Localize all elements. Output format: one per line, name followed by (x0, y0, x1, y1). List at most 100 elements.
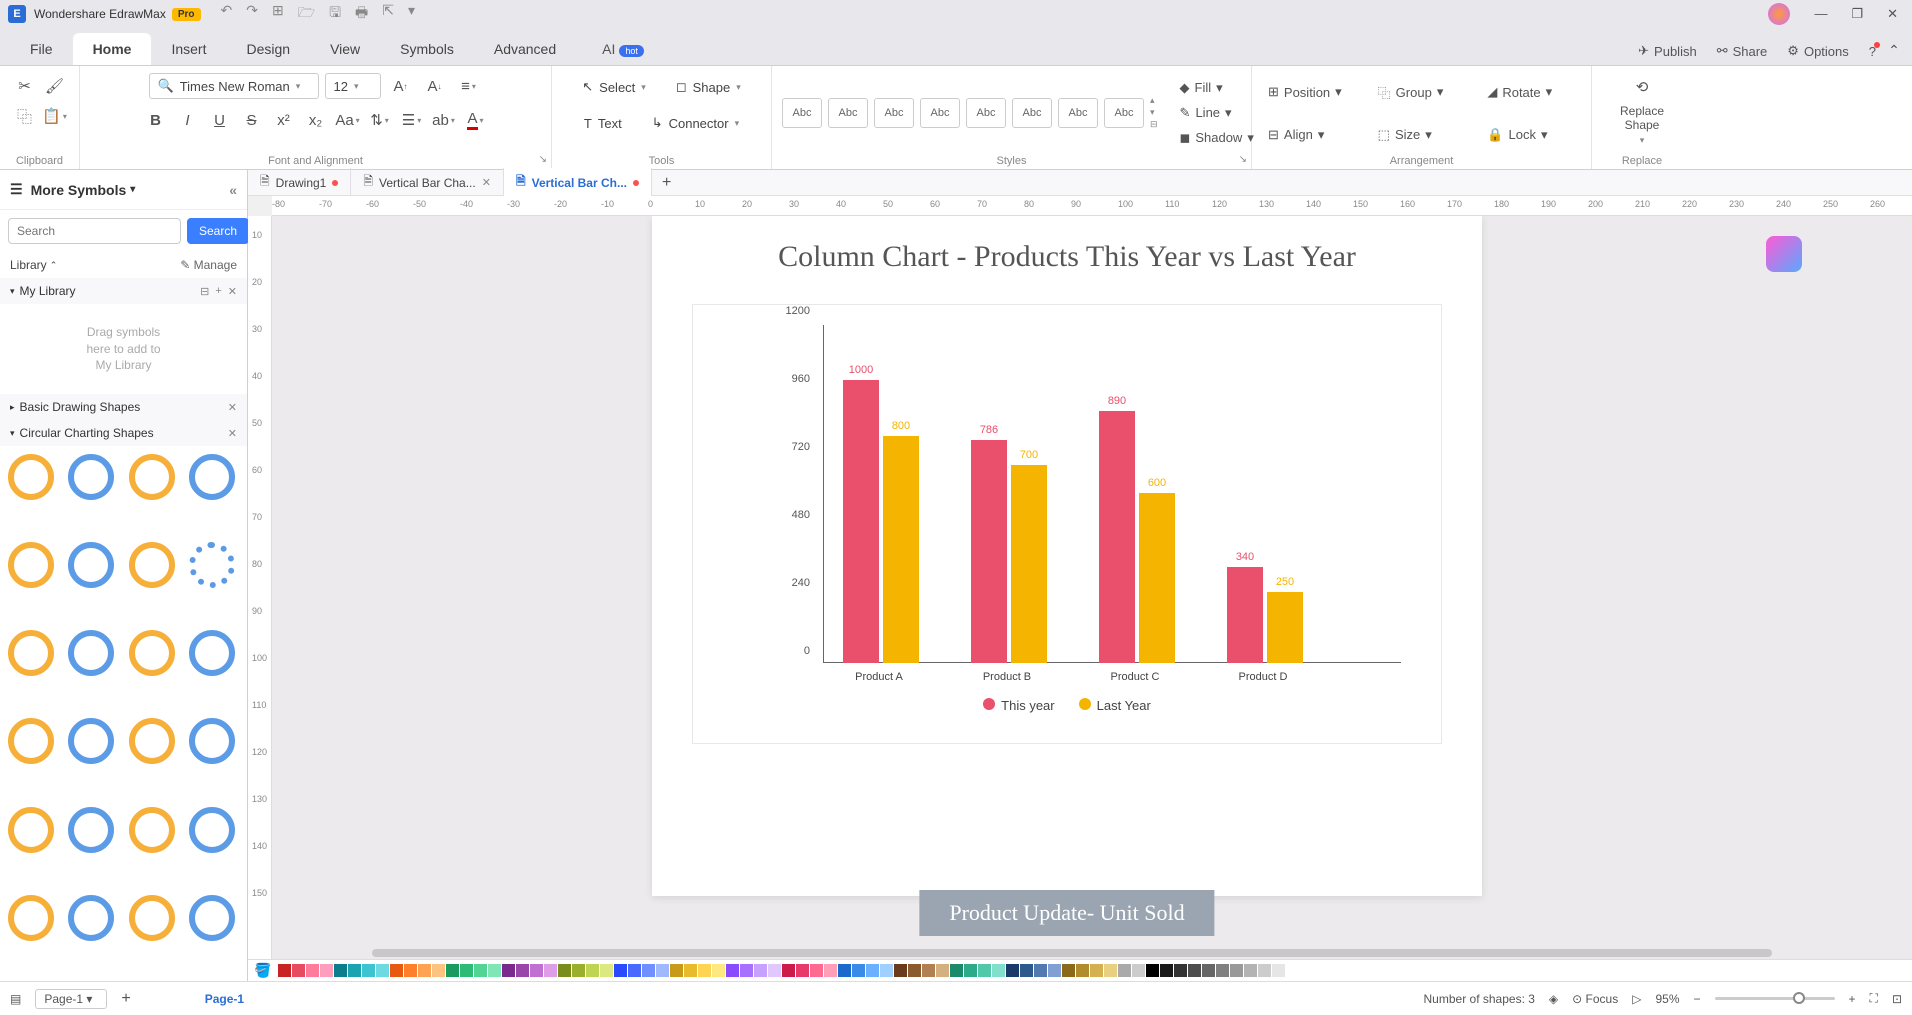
canvas[interactable]: Column Chart - Products This Year vs Las… (272, 216, 1912, 959)
color-swatch[interactable] (404, 964, 417, 977)
open-icon[interactable]: 🗁 (298, 2, 315, 26)
font-size-select[interactable]: 12▾ (325, 73, 381, 99)
mylib-import-icon[interactable]: ⊟ (200, 285, 209, 298)
style-preset-8[interactable]: Abc (1104, 98, 1144, 128)
color-swatch[interactable] (446, 964, 459, 977)
color-swatch[interactable] (852, 964, 865, 977)
replace-shape-label[interactable]: Replace Shape (1620, 104, 1664, 133)
shape-thumb[interactable] (68, 454, 114, 500)
maximize-button[interactable]: ❐ (1845, 6, 1869, 22)
zoom-out-button[interactable]: − (1694, 992, 1701, 1006)
shape-thumb[interactable] (8, 718, 54, 764)
horizontal-scrollbar[interactable] (272, 949, 1892, 959)
color-swatch[interactable] (1062, 964, 1075, 977)
mylib-close-icon[interactable]: ✕ (228, 285, 237, 298)
shadow-button[interactable]: ◼ Shadow ▾ (1174, 127, 1260, 149)
color-swatch[interactable] (628, 964, 641, 977)
basic-close-icon[interactable]: ✕ (228, 401, 237, 414)
color-swatch[interactable] (1286, 964, 1299, 977)
play-icon[interactable]: ▷ (1632, 992, 1641, 1006)
shape-thumb[interactable] (129, 630, 175, 676)
fit-page-icon[interactable]: ⛶ (1870, 991, 1878, 1006)
shape-thumb[interactable] (8, 630, 54, 676)
color-swatch[interactable] (362, 964, 375, 977)
color-swatch[interactable] (1034, 964, 1047, 977)
color-swatch[interactable] (558, 964, 571, 977)
save-icon[interactable]: 🖫 (329, 2, 341, 26)
shape-thumb[interactable] (129, 718, 175, 764)
export-icon[interactable]: ⇱ (382, 2, 394, 26)
color-swatch[interactable] (1006, 964, 1019, 977)
undo-icon[interactable]: ↶ (221, 2, 233, 26)
page[interactable]: Column Chart - Products This Year vs Las… (652, 216, 1482, 896)
group-button[interactable]: ⿻ Group ▾ (1372, 80, 1472, 105)
style-preset-5[interactable]: Abc (966, 98, 1006, 128)
shape-thumb[interactable] (189, 542, 235, 588)
section-basic-shapes[interactable]: ▸Basic Drawing Shapes ✕ (0, 394, 247, 420)
color-swatch[interactable] (670, 964, 683, 977)
color-swatch[interactable] (1272, 964, 1285, 977)
mylib-add-icon[interactable]: + (215, 285, 221, 297)
increase-font-icon[interactable]: A↑ (387, 72, 415, 100)
tab-ai[interactable]: AIhot (582, 33, 664, 65)
color-swatch[interactable] (390, 964, 403, 977)
color-swatch[interactable] (1090, 964, 1103, 977)
color-swatch[interactable] (894, 964, 907, 977)
user-avatar[interactable] (1768, 3, 1790, 25)
fill-bucket-icon[interactable]: 🪣 (254, 962, 271, 979)
color-swatch[interactable] (1202, 964, 1215, 977)
underline-icon[interactable]: U (206, 106, 234, 134)
style-preset-6[interactable]: Abc (1012, 98, 1052, 128)
color-swatch[interactable] (600, 964, 613, 977)
color-swatch[interactable] (348, 964, 361, 977)
color-swatch[interactable] (334, 964, 347, 977)
shape-tool[interactable]: ◻ Shape▾ (665, 72, 752, 102)
doctab-vbar1[interactable]: 🗎 Vertical Bar Cha...✕ (351, 168, 504, 197)
lock-button[interactable]: 🔒 Lock ▾ (1481, 124, 1581, 146)
color-swatch[interactable] (432, 964, 445, 977)
color-swatch[interactable] (978, 964, 991, 977)
shape-thumb[interactable] (8, 807, 54, 853)
color-swatch[interactable] (712, 964, 725, 977)
tab-home[interactable]: Home (73, 33, 152, 65)
color-swatch[interactable] (992, 964, 1005, 977)
case-icon[interactable]: Aa▾ (334, 106, 362, 134)
style-prev-icon[interactable]: ▴ (1150, 95, 1158, 106)
color-swatch[interactable] (376, 964, 389, 977)
font-family-select[interactable]: 🔍 Times New Roman▾ (149, 73, 319, 99)
tab-insert[interactable]: Insert (151, 33, 226, 65)
color-swatch[interactable] (586, 964, 599, 977)
zoom-slider[interactable] (1715, 997, 1835, 1000)
section-my-library[interactable]: ▾My Library ⊟ + ✕ (0, 278, 247, 304)
add-tab-button[interactable]: + (652, 174, 681, 192)
color-swatch[interactable] (1020, 964, 1033, 977)
font-launcher-icon[interactable]: ↘ (539, 154, 547, 165)
shape-thumb[interactable] (8, 454, 54, 500)
color-swatch[interactable] (964, 964, 977, 977)
size-button[interactable]: ⬚ Size ▾ (1372, 124, 1472, 146)
line-button[interactable]: ✎ Line ▾ (1174, 102, 1260, 124)
strike-icon[interactable]: S (238, 106, 266, 134)
zoom-in-button[interactable]: + (1849, 992, 1856, 1006)
paste-icon[interactable]: 📋▾ (41, 102, 69, 130)
fill-button[interactable]: ◆ Fill ▾ (1174, 77, 1260, 99)
page-select[interactable]: Page-1 ▾ (35, 989, 107, 1009)
search-input[interactable] (8, 218, 181, 244)
italic-icon[interactable]: I (174, 106, 202, 134)
color-swatch[interactable] (698, 964, 711, 977)
color-swatch[interactable] (1244, 964, 1257, 977)
my-library-dropzone[interactable]: Drag symbols here to add to My Library (0, 304, 247, 394)
shape-thumb[interactable] (129, 895, 175, 941)
replace-shape-icon[interactable]: ⟲ (1622, 72, 1662, 102)
rotate-button[interactable]: ◢ Rotate ▾ (1481, 81, 1581, 103)
add-page-button[interactable]: + (121, 990, 130, 1008)
color-swatch[interactable] (880, 964, 893, 977)
redo-icon[interactable]: ↷ (246, 2, 258, 26)
color-swatch[interactable] (782, 964, 795, 977)
manage-link[interactable]: ✎ Manage (180, 258, 237, 272)
shape-thumb[interactable] (8, 895, 54, 941)
shape-thumb[interactable] (68, 807, 114, 853)
doctab-close-icon[interactable]: ✕ (482, 176, 491, 189)
color-swatch[interactable] (810, 964, 823, 977)
tab-design[interactable]: Design (226, 33, 310, 65)
